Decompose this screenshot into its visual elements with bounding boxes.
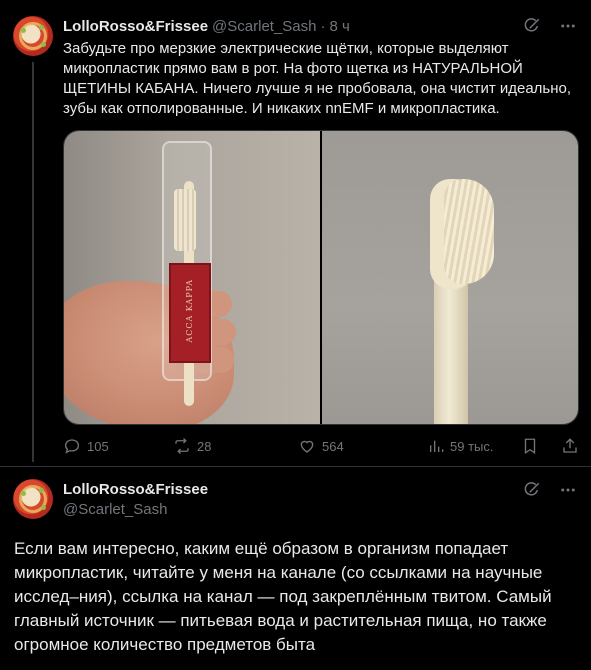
grok-icon[interactable] [523, 481, 541, 499]
avatar[interactable] [13, 16, 53, 56]
tweet-header-actions [523, 481, 577, 499]
avatar[interactable] [13, 479, 53, 519]
author-handle[interactable]: @Scarlet_Sash [63, 501, 167, 518]
more-icon[interactable] [559, 481, 577, 499]
repost-count: 28 [197, 438, 212, 454]
author-name[interactable]: LolloRosso&Frissee [63, 18, 208, 35]
grok-icon[interactable] [523, 17, 541, 35]
repost-button[interactable]: 28 [173, 437, 298, 455]
repost-icon [173, 437, 191, 455]
photo-toothbrush-closeup[interactable] [322, 131, 578, 424]
brand-label-text: ACCA KAPPA [185, 279, 194, 343]
views-button[interactable]: 59 тыс. [428, 438, 518, 454]
tweet-actions: 105 28 564 59 тыс. [63, 437, 579, 455]
bristles [174, 189, 196, 251]
like-button[interactable]: 564 [298, 437, 428, 455]
views-icon [428, 438, 444, 454]
reply-count: 105 [87, 438, 109, 454]
timestamp[interactable]: 8 ч [330, 18, 350, 35]
separator: · [320, 17, 326, 35]
media-grid[interactable]: ACCA KAPPA [63, 130, 579, 425]
like-count: 564 [322, 438, 344, 454]
bookmark-icon[interactable] [521, 437, 539, 455]
timeline: LolloRosso&Frissee @Scarlet_Sash · 8 ч З… [0, 0, 591, 670]
reply-button[interactable]: 105 [63, 437, 173, 455]
like-icon [298, 437, 316, 455]
photo-boxed-toothbrush[interactable]: ACCA KAPPA [64, 131, 320, 424]
brand-label: ACCA KAPPA [169, 263, 211, 363]
share-icon[interactable] [561, 437, 579, 455]
views-count: 59 тыс. [450, 438, 494, 454]
more-icon[interactable] [559, 17, 577, 35]
reply-icon [63, 437, 81, 455]
tweet-text: Если вам интересно, каким ещё образом в … [14, 539, 552, 654]
tweet-header: LolloRosso&Frissee @Scarlet_Sash · 8 ч [63, 16, 577, 36]
bristles [444, 179, 494, 284]
thread-line [32, 62, 34, 462]
author-handle[interactable]: @Scarlet_Sash [212, 18, 316, 35]
author-name[interactable]: LolloRosso&Frissee [63, 481, 208, 498]
tweet-text: Забудьте про мерзкие электрические щётки… [63, 40, 576, 117]
tweet-divider [0, 466, 591, 467]
